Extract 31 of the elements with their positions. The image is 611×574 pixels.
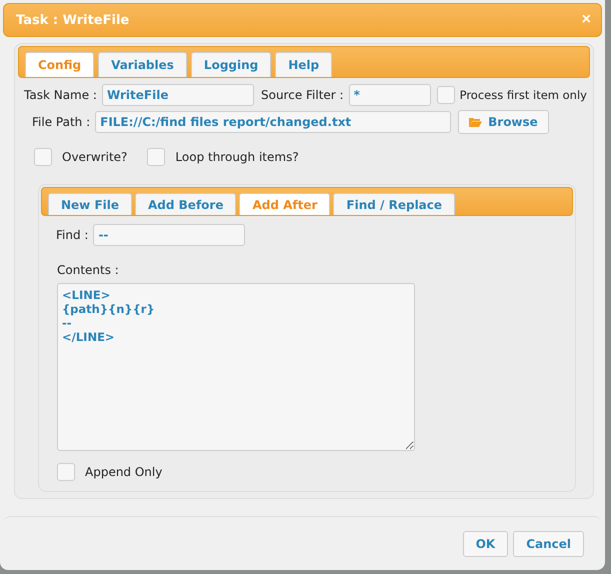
find-field[interactable]: --	[93, 224, 246, 246]
tab[interactable]: Logging	[190, 52, 272, 77]
contents-textarea[interactable]: <LINE> {path}{n}{r} -- </LINE>	[57, 283, 415, 451]
checkbox[interactable]	[34, 148, 52, 166]
field-label: Task Name :	[24, 88, 97, 102]
checkbox[interactable]	[436, 86, 455, 104]
tab[interactable]: Help	[275, 52, 332, 77]
checkbox[interactable]	[147, 148, 166, 166]
task-name-field[interactable]: WriteFile	[102, 84, 254, 106]
field-label: Source Filter :	[260, 88, 344, 102]
file-path-field[interactable]: FILE://C:/find files report/changed.txt	[95, 111, 452, 133]
checkbox-label: Loop through items?	[175, 150, 299, 164]
dialog-title: Task : WriteFile	[16, 12, 130, 28]
field-label: Find :	[56, 228, 88, 242]
checkbox-label: Process first item only	[460, 88, 587, 102]
cancel-button[interactable]: Cancel	[513, 530, 584, 556]
tab[interactable]: Find / Replace	[333, 193, 456, 215]
tab[interactable]: Config	[25, 52, 94, 77]
tab[interactable]: Add After	[239, 193, 330, 215]
folder-icon	[469, 117, 482, 127]
browse-button[interactable]: Browse	[458, 110, 549, 134]
checkbox[interactable]	[57, 463, 75, 481]
checkbox-label: Append Only	[85, 465, 162, 479]
tab[interactable]: New File	[48, 193, 132, 215]
source-filter-field[interactable]: *	[348, 84, 431, 106]
ok-button[interactable]: OK	[462, 530, 508, 556]
tab[interactable]: Add Before	[135, 193, 236, 215]
tab[interactable]: Variables	[98, 52, 187, 77]
field-label: Contents :	[57, 263, 119, 277]
checkbox-label: Overwrite?	[62, 150, 128, 164]
field-label: File Path :	[32, 115, 90, 129]
